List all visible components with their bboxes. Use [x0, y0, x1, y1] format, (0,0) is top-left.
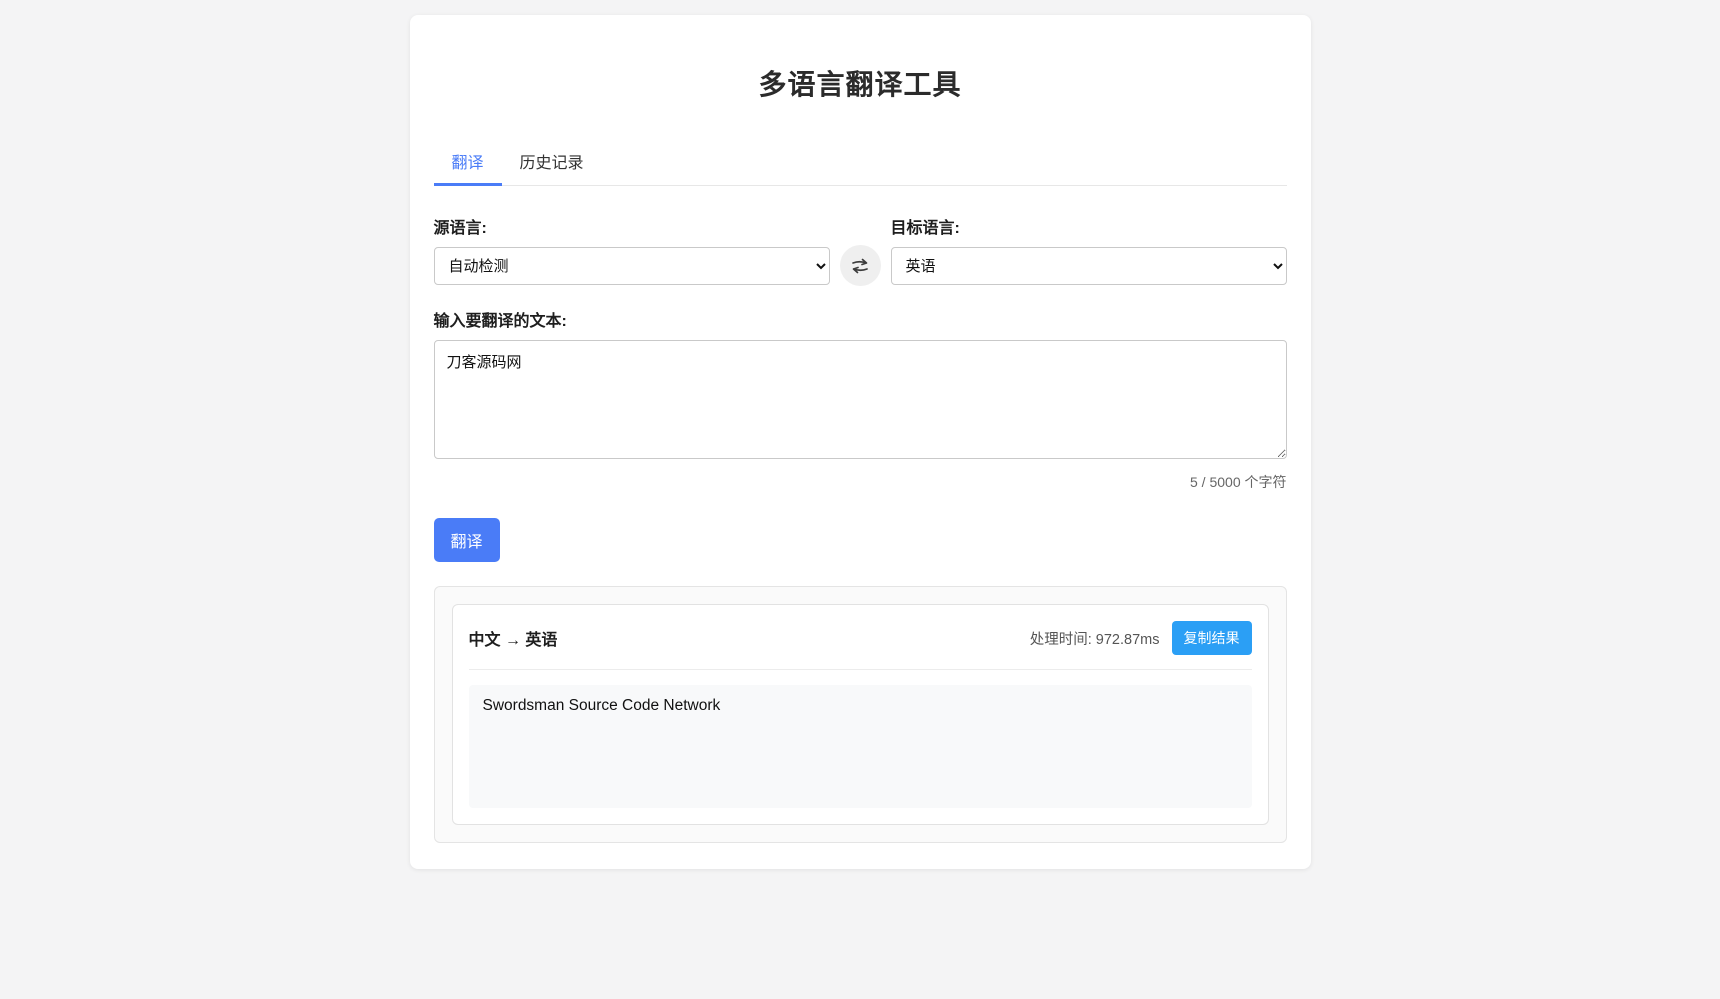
source-language-label: 源语言: [434, 214, 830, 238]
swap-horizontal-icon [849, 257, 871, 275]
target-language-label: 目标语言: [891, 214, 1287, 238]
swap-languages-button[interactable] [840, 245, 881, 286]
character-counter: 5 / 5000 个字符 [434, 472, 1287, 492]
translate-button[interactable]: 翻译 [434, 518, 500, 562]
tab-translate[interactable]: 翻译 [434, 139, 502, 186]
result-header: 中文 → 英语 处理时间: 972.87ms 复制结果 [469, 621, 1252, 670]
translation-result-text: Swordsman Source Code Network [469, 685, 1252, 808]
tab-history[interactable]: 历史记录 [502, 139, 602, 186]
result-meta: 处理时间: 972.87ms 复制结果 [1030, 621, 1252, 655]
language-selector-row: 源语言: 自动检测 目标语言: 英语 [434, 214, 1287, 285]
translation-input-textarea[interactable]: 刀客源码网 [434, 340, 1287, 459]
page-title: 多语言翻译工具 [434, 63, 1287, 103]
translation-app-card: 多语言翻译工具 翻译 历史记录 源语言: 自动检测 目标语言: 英语 输入 [410, 15, 1311, 869]
processing-time: 处理时间: 972.87ms [1030, 628, 1160, 649]
source-language-group: 源语言: 自动检测 [434, 214, 830, 285]
source-language-select[interactable]: 自动检测 [434, 247, 830, 285]
target-language-group: 目标语言: 英语 [891, 214, 1287, 285]
result-container: 中文 → 英语 处理时间: 972.87ms 复制结果 Swordsman So… [434, 586, 1287, 843]
tab-bar: 翻译 历史记录 [434, 139, 1287, 186]
input-text-label: 输入要翻译的文本: [434, 307, 1287, 331]
target-language-select[interactable]: 英语 [891, 247, 1287, 285]
result-card: 中文 → 英语 处理时间: 972.87ms 复制结果 Swordsman So… [452, 604, 1269, 825]
copy-result-button[interactable]: 复制结果 [1172, 621, 1252, 655]
translation-direction: 中文 → 英语 [469, 626, 558, 650]
